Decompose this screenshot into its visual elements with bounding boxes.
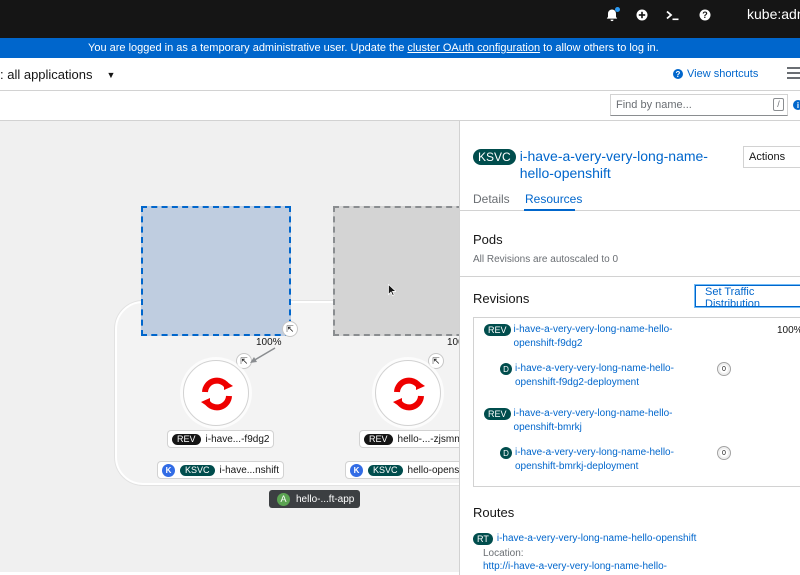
notification-dot [615, 7, 620, 12]
tab-details[interactable]: Details [473, 192, 510, 206]
topology-canvas[interactable] [0, 121, 459, 575]
rev-badge: REV [484, 408, 511, 420]
panel-tabs: Details Resources [460, 185, 800, 211]
find-by-name-input[interactable] [610, 94, 788, 116]
help-icon[interactable]: ? [696, 6, 714, 24]
revision-item: REV i-have-a-very-very-long-name-hello-o… [484, 323, 674, 351]
application-selector-label: : all applications [0, 67, 93, 82]
temporary-admin-banner: You are logged in as a temporary adminis… [0, 38, 800, 58]
revisions-heading: Revisions [473, 291, 530, 306]
deployment-item: D i-have-a-very-very-long-name-hello-ope… [500, 362, 680, 390]
knative-icon: K [350, 463, 363, 477]
caret-down-icon: ▼ [106, 69, 116, 80]
rt-badge: RT [473, 533, 493, 545]
pods-heading: Pods [473, 232, 503, 247]
revision-link[interactable]: i-have-a-very-very-long-name-hello-opens… [514, 323, 674, 351]
rev-badge: REV [484, 324, 511, 336]
location-label: Location: [483, 548, 524, 559]
keyboard-hint-slash: / [773, 98, 784, 111]
application-selector[interactable]: : all applications ▼ [0, 67, 115, 82]
revision-traffic: 100% [777, 325, 800, 336]
traffic-arrow [250, 347, 276, 363]
application-label[interactable]: A hello-...ft-app [269, 490, 361, 508]
info-icon[interactable]: i [793, 100, 800, 110]
revision-label[interactable]: REV i-have...-f9dg2 [168, 431, 274, 447]
route-url-link[interactable]: http://i-have-a-very-very-long-name-hell… [483, 561, 667, 572]
revision-icon-circle[interactable] [375, 360, 441, 426]
d-badge: D [500, 363, 512, 375]
resource-side-panel: KSVC i-have-a-very-very-long-name-hello-… [459, 121, 800, 575]
deployment-link[interactable]: i-have-a-very-very-long-name-hello-opens… [515, 446, 680, 474]
route-link[interactable]: i-have-a-very-very-long-name-hello-opens… [497, 532, 697, 546]
svg-text:?: ? [702, 10, 708, 20]
revisions-list: REV i-have-a-very-very-long-name-hello-o… [473, 317, 800, 487]
pod-count-ring[interactable]: 0 [717, 362, 731, 376]
mouse-cursor-icon [388, 284, 396, 296]
oauth-config-link[interactable]: cluster OAuth configuration [407, 42, 540, 54]
panel-heading: KSVC i-have-a-very-very-long-name-hello-… [473, 148, 713, 182]
revision-node-f9dg2[interactable] [141, 206, 291, 336]
section-divider [460, 276, 800, 277]
terminal-icon[interactable] [664, 6, 682, 24]
panel-title[interactable]: i-have-a-very-very-long-name-hello-opens… [520, 148, 713, 182]
d-badge: D [500, 447, 512, 459]
open-url-icon[interactable]: ⇱ [428, 353, 444, 369]
bell-icon[interactable] [603, 6, 621, 24]
pods-autoscale-note: All Revisions are autoscaled to 0 [473, 254, 619, 265]
list-view-icon[interactable] [787, 67, 800, 80]
view-shortcuts-label: View shortcuts [687, 68, 759, 80]
ksvc-badge: KSVC [368, 464, 403, 476]
routes-heading: Routes [473, 505, 515, 520]
external-link-icon[interactable]: ⇱ [282, 321, 298, 337]
banner-text: You are logged in as a temporary adminis… [88, 42, 659, 54]
actions-dropdown[interactable]: Actions ▼ [743, 146, 800, 168]
revision-label[interactable]: REV hello-...-zjsmn [360, 431, 464, 447]
openshift-logo-icon [201, 377, 233, 411]
knative-icon: K [162, 463, 175, 477]
deployment-link[interactable]: i-have-a-very-very-long-name-hello-opens… [515, 362, 680, 390]
active-tab-indicator [524, 209, 575, 211]
user-menu[interactable]: kube:admin [747, 6, 800, 22]
revision-link[interactable]: i-have-a-very-very-long-name-hello-opens… [514, 407, 674, 435]
app-badge: A [277, 492, 290, 506]
question-circle-icon: ? [673, 69, 683, 79]
masthead: ? kube:admin [0, 0, 800, 38]
ksvc-badge: KSVC [180, 464, 215, 476]
route-item: RT i-have-a-very-very-long-name-hello-op… [473, 532, 696, 546]
revision-icon-circle[interactable] [183, 360, 249, 426]
set-traffic-distribution-button[interactable]: Set Traffic Distribution [695, 285, 800, 310]
plus-circle-icon[interactable] [633, 6, 651, 24]
project-toolbar: : all applications ▼ ? View shortcuts [0, 58, 800, 91]
rev-badge: REV [172, 433, 201, 445]
ksvc-label[interactable]: K KSVC i-have...nshift [158, 462, 283, 478]
deployment-item: D i-have-a-very-very-long-name-hello-ope… [500, 446, 680, 474]
view-shortcuts-link[interactable]: ? View shortcuts [673, 68, 758, 80]
rev-badge: REV [364, 433, 393, 445]
ksvc-badge: KSVC [473, 149, 516, 165]
pod-count-ring[interactable]: 0 [717, 446, 731, 460]
openshift-logo-icon [393, 377, 425, 411]
revision-item: REV i-have-a-very-very-long-name-hello-o… [484, 407, 674, 435]
tab-resources[interactable]: Resources [525, 192, 582, 206]
ksvc-label[interactable]: K KSVC hello-openshift [346, 462, 477, 478]
filter-bar: / i [0, 91, 800, 121]
